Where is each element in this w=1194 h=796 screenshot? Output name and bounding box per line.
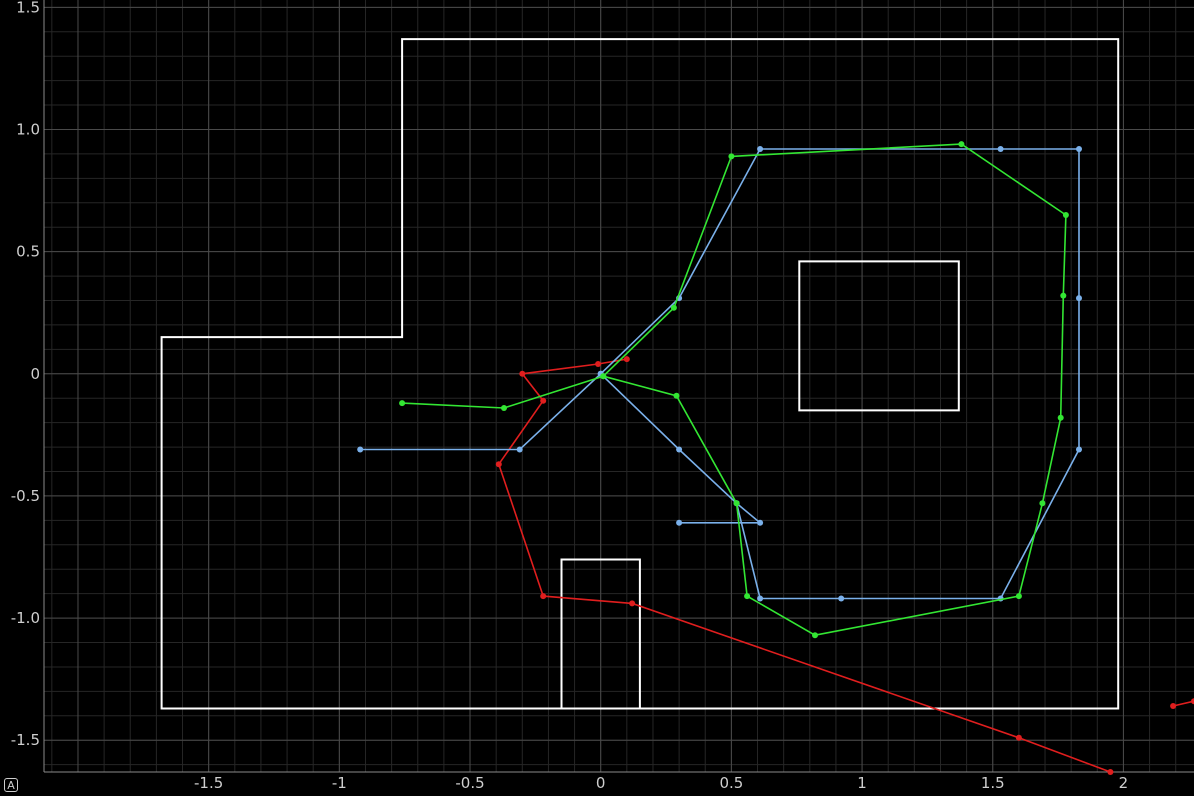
series-waypoint xyxy=(595,361,602,367)
series-waypoint xyxy=(1057,414,1064,421)
y-tick-label: -0.5 xyxy=(11,487,40,505)
series-waypoint xyxy=(516,446,523,453)
series-waypoint xyxy=(838,595,845,602)
series-waypoint xyxy=(958,141,965,148)
series-waypoint xyxy=(495,461,502,468)
series-waypoint xyxy=(676,446,683,453)
obstacle-outline xyxy=(798,260,960,412)
series-waypoint xyxy=(399,400,406,407)
minor-grid xyxy=(44,0,1194,772)
y-tick-label: -1.5 xyxy=(11,731,40,749)
series-waypoint xyxy=(733,500,740,507)
tick-labels: -1.5 -1 -0.5 0 0.5 1 1.5 2 1.5 1.0 0.5 0 -0.5 -1.0 -1.… xyxy=(11,0,1128,792)
series-waypoint xyxy=(1107,769,1114,775)
x-tick-label: 2 xyxy=(1119,774,1129,792)
x-tick-label: 1 xyxy=(857,774,867,792)
series-waypoint xyxy=(1170,703,1177,709)
series-waypoint xyxy=(357,446,364,453)
series-waypoint xyxy=(600,373,607,380)
x-tick-label: -0.5 xyxy=(455,774,484,792)
x-tick-label: 0.5 xyxy=(719,774,743,792)
y-tick-label: 0 xyxy=(30,365,40,383)
series-waypoint xyxy=(757,146,764,152)
path-series xyxy=(357,141,1194,775)
x-tick-label: 1.5 xyxy=(981,774,1005,792)
series-waypoint xyxy=(757,519,764,526)
y-tick-label: 1.5 xyxy=(16,0,40,16)
major-grid xyxy=(44,0,1194,772)
x-tick-label: 0 xyxy=(596,774,606,792)
series-waypoint xyxy=(676,519,683,526)
auto-scale-button[interactable]: A xyxy=(4,778,18,792)
series-waypoint xyxy=(670,304,677,311)
series-waypoint xyxy=(757,595,764,602)
series-path-line xyxy=(1172,700,1194,707)
x-tick-label: -1.5 xyxy=(194,774,223,792)
trajectory-plot: -1.5 -1 -0.5 0 0.5 1 1.5 2 1.5 1.0 0.5 0 -0.5 -1.0 -1.… xyxy=(11,0,1194,792)
series-waypoint xyxy=(1076,446,1082,453)
series-waypoint xyxy=(519,370,526,377)
x-tick-label: -1 xyxy=(332,774,347,792)
y-tick-label: 1.0 xyxy=(16,120,40,138)
series-waypoint xyxy=(673,392,680,399)
series-waypoint xyxy=(1015,593,1022,600)
series-waypoint xyxy=(1015,734,1022,741)
plot-axes xyxy=(43,0,1194,773)
series-waypoint xyxy=(728,153,735,160)
series-waypoint xyxy=(1039,500,1046,507)
series-waypoint xyxy=(1062,212,1069,218)
y-tick-label: 0.5 xyxy=(16,243,40,261)
series-waypoint xyxy=(623,356,630,363)
series-waypoint xyxy=(812,632,818,639)
series-waypoint xyxy=(629,600,636,607)
series-waypoint xyxy=(501,405,507,411)
series-waypoint xyxy=(1060,292,1067,299)
series-waypoint xyxy=(1076,295,1082,302)
series-waypoint xyxy=(540,397,547,404)
series-waypoint xyxy=(1076,146,1082,152)
y-tick-label: -1.0 xyxy=(11,609,40,627)
series-waypoint xyxy=(744,593,751,600)
series-waypoint xyxy=(540,593,547,600)
series-waypoint xyxy=(997,146,1004,152)
